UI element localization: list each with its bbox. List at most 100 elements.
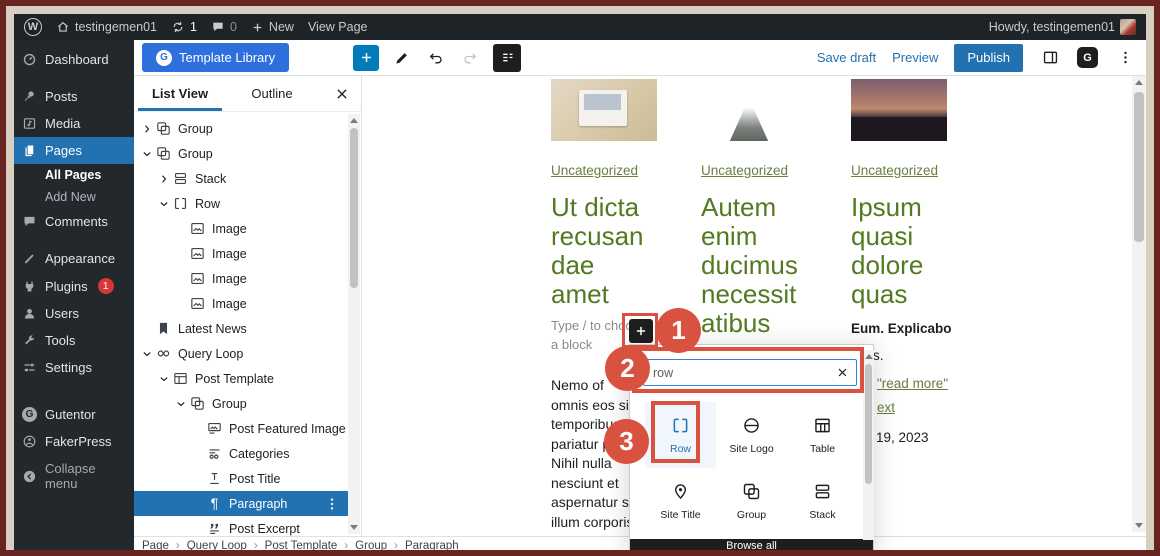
howdy-menu[interactable]: Howdy, testingemen01 <box>989 19 1136 35</box>
wordpress-logo[interactable]: W <box>24 18 42 36</box>
sidebar-item-media[interactable]: Media <box>14 110 134 137</box>
tree-item-group[interactable]: Group <box>134 391 347 416</box>
add-block-button[interactable] <box>629 319 653 343</box>
comments-menu[interactable]: 0 <box>211 20 237 34</box>
close-icon[interactable] <box>333 85 351 103</box>
tree-item-group[interactable]: Group <box>134 116 347 141</box>
undo-button[interactable] <box>425 47 447 69</box>
tree-item-post-template[interactable]: Post Template <box>134 366 347 391</box>
category-link-3[interactable]: Uncategorized <box>851 163 938 178</box>
sidebar-item-users[interactable]: Users <box>14 300 134 327</box>
clear-search-icon[interactable] <box>835 365 850 380</box>
breadcrumb-group[interactable]: Group <box>355 540 387 551</box>
chevron-down-icon[interactable] <box>140 347 154 361</box>
post-title-1[interactable]: Ut dicta recusan dae amet <box>551 193 657 309</box>
tree-item-group[interactable]: Group <box>134 141 347 166</box>
block-option-site-logo[interactable]: Site Logo <box>716 402 787 468</box>
tab-outline[interactable]: Outline <box>226 76 318 111</box>
breadcrumb-query-loop[interactable]: Query Loop <box>187 540 247 551</box>
sidebar-item-gutentor[interactable]: G Gutentor <box>14 401 134 428</box>
updates-menu[interactable]: 1 <box>171 20 197 34</box>
sidebar-item-settings[interactable]: Settings <box>14 354 134 381</box>
block-inserter-toggle[interactable] <box>353 44 380 71</box>
template-library-button[interactable]: G Template Library <box>142 43 290 72</box>
block-option-site-title[interactable]: Site Title <box>645 468 716 534</box>
post-title-2[interactable]: Autem enim ducimus necessit atibus <box>701 193 798 338</box>
tree-item-row[interactable]: Row <box>134 191 347 216</box>
canvas-scrollbar[interactable] <box>1132 76 1146 532</box>
sidebar-item-fakerpress[interactable]: FakerPress <box>14 428 134 455</box>
category-link-1[interactable]: Uncategorized <box>551 163 638 178</box>
sidebar-item-plugins[interactable]: Plugins 1 <box>14 272 134 300</box>
scroll-up-arrow[interactable] <box>864 354 873 359</box>
publish-button[interactable]: Publish <box>954 43 1023 72</box>
featured-image-2[interactable] <box>701 79 797 141</box>
sidebar-item-collapse-menu[interactable]: Collapse menu <box>14 455 134 497</box>
scrollbar-thumb[interactable] <box>350 128 358 288</box>
tree-item-image[interactable]: Image <box>134 291 347 316</box>
browse-all-button[interactable]: Browse all <box>630 539 873 550</box>
chevron-down-icon[interactable] <box>157 197 171 211</box>
new-content-menu[interactable]: New <box>251 20 294 34</box>
tree-item-image[interactable]: Image <box>134 266 347 291</box>
sidebar-item-comments[interactable]: Comments <box>14 208 134 235</box>
list-view-toggle[interactable] <box>493 43 522 72</box>
tree-item-stack[interactable]: Stack <box>134 166 347 191</box>
popup-scrollbar[interactable] <box>863 350 874 540</box>
post-title-3[interactable]: Ipsum quasi dolore quas <box>851 193 947 309</box>
tree-item-image[interactable]: Image <box>134 241 347 266</box>
list-view-scrollbar[interactable] <box>348 114 360 534</box>
tree-item-post-title[interactable]: Post Title <box>134 466 347 491</box>
settings-sidebar-toggle[interactable] <box>1039 47 1061 69</box>
block-option-group[interactable]: Group <box>716 468 787 534</box>
wrench-icon <box>25 335 35 345</box>
read-more-link[interactable]: "read more" <box>877 376 948 391</box>
sidebar-item-pages[interactable]: Pages <box>14 137 134 164</box>
tree-item-categories[interactable]: Categories <box>134 441 347 466</box>
chevron-right-icon[interactable] <box>140 122 154 136</box>
gutentor-settings-icon[interactable]: G <box>1077 47 1098 68</box>
tree-item-image[interactable]: Image <box>134 216 347 241</box>
tab-list-view[interactable]: List View <box>134 76 226 111</box>
block-option-row[interactable]: Row <box>645 402 716 468</box>
breadcrumb-page[interactable]: Page <box>142 540 169 551</box>
sidebar-item-posts[interactable]: Posts <box>14 83 134 110</box>
tree-item-post-excerpt[interactable]: Post Excerpt <box>134 516 347 536</box>
options-menu-button[interactable] <box>1114 47 1136 69</box>
sidebar-item-all-pages[interactable]: All Pages <box>14 164 134 186</box>
site-menu[interactable]: testingemen01 <box>56 20 157 34</box>
tree-item-latest-news[interactable]: Latest News <box>134 316 347 341</box>
read-more-link-2[interactable]: ext <box>877 400 895 415</box>
redo-button[interactable] <box>459 47 481 69</box>
scroll-down-arrow[interactable] <box>350 525 358 530</box>
sidebar-item-dashboard[interactable]: Dashboard <box>14 46 134 73</box>
sidebar-item-tools[interactable]: Tools <box>14 327 134 354</box>
save-draft-button[interactable]: Save draft <box>817 50 876 65</box>
sidebar-item-appearance[interactable]: Appearance <box>14 245 134 272</box>
tree-item-paragraph[interactable]: ¶ Paragraph <box>134 491 348 516</box>
featured-image-1[interactable] <box>551 79 657 141</box>
options-kebab-icon[interactable] <box>324 496 340 512</box>
preview-button[interactable]: Preview <box>892 50 938 65</box>
breadcrumb-post-template[interactable]: Post Template <box>265 540 338 551</box>
sidebar-item-add-new[interactable]: Add New <box>14 186 134 208</box>
breadcrumb-paragraph[interactable]: Paragraph <box>405 540 459 551</box>
scroll-down-arrow[interactable] <box>1135 523 1143 528</box>
block-option-table[interactable]: Table <box>787 402 858 468</box>
tree-item-post-featured-image[interactable]: Post Featured Image <box>134 416 347 441</box>
chevron-down-icon[interactable] <box>140 147 154 161</box>
block-option-stack[interactable]: Stack <box>787 468 858 534</box>
chevron-down-icon[interactable] <box>174 397 188 411</box>
scrollbar-thumb[interactable] <box>865 364 872 484</box>
block-search-input[interactable] <box>643 359 857 386</box>
chevron-down-icon[interactable] <box>157 372 171 386</box>
view-page-link[interactable]: View Page <box>308 20 368 34</box>
scroll-up-arrow[interactable] <box>350 118 358 123</box>
featured-image-3[interactable] <box>851 79 947 141</box>
scroll-up-arrow[interactable] <box>1135 80 1143 85</box>
category-link-2[interactable]: Uncategorized <box>701 163 788 178</box>
edit-mode-button[interactable] <box>391 47 413 69</box>
chevron-right-icon[interactable] <box>157 172 171 186</box>
scrollbar-thumb[interactable] <box>1134 92 1144 242</box>
tree-item-query-loop[interactable]: Query Loop <box>134 341 347 366</box>
